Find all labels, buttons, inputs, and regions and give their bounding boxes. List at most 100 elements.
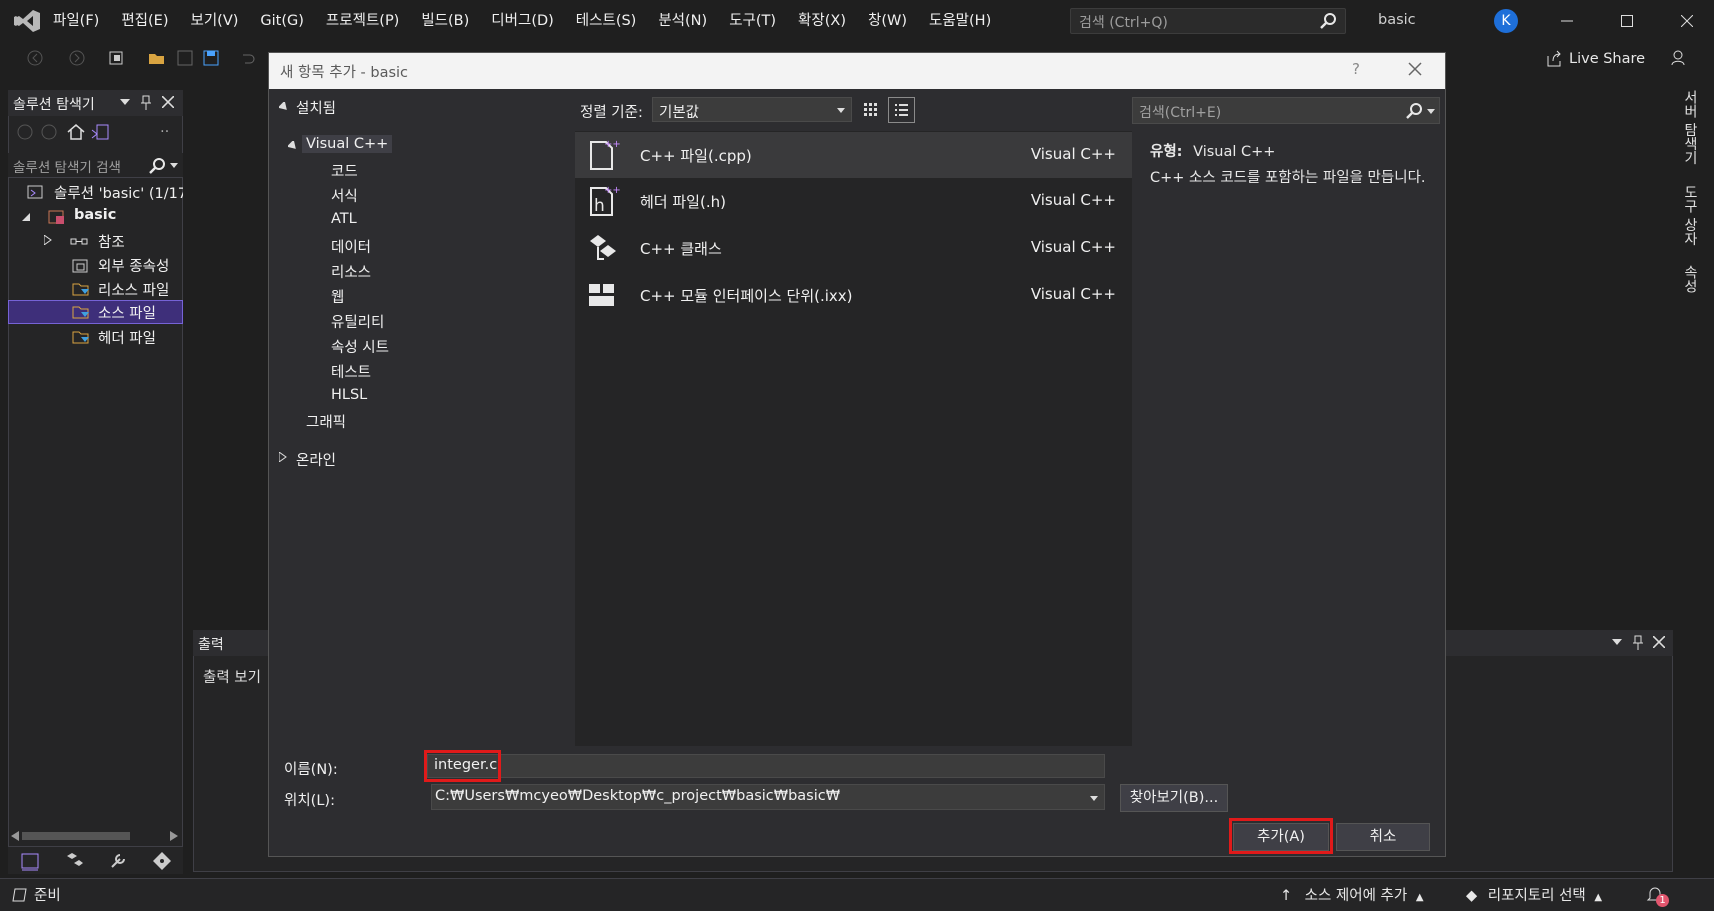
back-icon[interactable] — [26, 49, 44, 67]
tab-toolbox[interactable]: 도구 상자 — [1680, 185, 1700, 245]
category-online[interactable]: 온라인 — [296, 449, 336, 470]
properties-tab-icon[interactable] — [108, 851, 128, 871]
global-search-placeholder: 검색 (Ctrl+Q) — [1079, 15, 1168, 31]
category-test[interactable]: 테스트 — [331, 361, 371, 382]
tree-item-external-deps[interactable]: 외부 종속성 — [8, 253, 183, 277]
close-window-button[interactable] — [1664, 0, 1710, 42]
open-folder-icon[interactable] — [148, 49, 166, 67]
expanded-caret-icon[interactable] — [288, 141, 298, 151]
template-item-header-file[interactable]: h ++ 헤더 파일(.h) Visual C++ — [575, 178, 1132, 224]
tree-item-project[interactable]: basic — [8, 205, 183, 229]
close-icon[interactable] — [1653, 636, 1665, 648]
chevron-down-icon — [1090, 796, 1098, 801]
pin-icon[interactable] — [1632, 635, 1644, 651]
forward-icon[interactable] — [68, 49, 86, 67]
tree-item-solution[interactable]: 솔루션 'basic' (1/17 — [8, 180, 183, 204]
menu-view[interactable]: 보기(V) — [180, 0, 250, 42]
notifications-button[interactable]: 1 — [1646, 885, 1670, 907]
name-input[interactable]: integer.c — [427, 754, 1105, 778]
menu-analyze[interactable]: 분석(N) — [647, 0, 718, 42]
scrollbar-thumb[interactable] — [22, 832, 130, 840]
collapsed-caret-icon[interactable] — [279, 452, 287, 462]
collapsed-caret-icon[interactable] — [44, 235, 52, 245]
sort-by-select[interactable]: 기본값 — [652, 97, 852, 122]
category-atl[interactable]: ATL — [331, 211, 357, 227]
save-icon[interactable] — [176, 49, 194, 67]
category-format[interactable]: 서식 — [331, 185, 358, 206]
help-button[interactable]: ? — [1352, 60, 1360, 78]
menu-edit[interactable]: 편집(E) — [110, 0, 179, 42]
solution-explorer-search-input[interactable]: 솔루션 탐색기 검색 — [8, 153, 183, 178]
feedback-icon[interactable] — [1670, 49, 1688, 67]
more-icon[interactable]: ․․ — [160, 120, 169, 136]
menu-test[interactable]: 테스트(S) — [565, 0, 648, 42]
new-project-icon[interactable] — [108, 49, 126, 67]
search-icon — [1320, 13, 1336, 29]
scroll-right-icon[interactable] — [170, 831, 178, 841]
dropdown-arrow-icon[interactable] — [120, 99, 130, 107]
menu-git[interactable]: Git(G) — [249, 0, 315, 42]
category-utility[interactable]: 유틸리티 — [331, 311, 384, 332]
chevron-down-icon[interactable] — [170, 163, 178, 169]
dialog-close-icon[interactable] — [1404, 58, 1426, 80]
category-property-sheet[interactable]: 속성 시트 — [331, 336, 389, 357]
account-avatar[interactable]: K — [1494, 9, 1518, 33]
template-type: 유형: Visual C++ — [1150, 140, 1275, 161]
live-share-button[interactable]: Live Share — [1545, 42, 1645, 76]
class-view-tab-icon[interactable] — [64, 851, 84, 871]
select-repository-button[interactable]: ◆ 리포지토리 선택 ▲ — [1466, 884, 1602, 905]
expanded-caret-icon[interactable] — [279, 102, 289, 112]
horizontal-scrollbar[interactable] — [8, 828, 183, 844]
chevron-down-icon[interactable] — [1427, 109, 1435, 115]
tree-item-label: 소스 파일 — [98, 306, 156, 322]
tab-server-explorer[interactable]: 서버 탐색기 — [1680, 90, 1700, 164]
template-search-input[interactable]: 검색(Ctrl+E) — [1132, 97, 1440, 124]
category-visual-cpp[interactable]: Visual C++ — [302, 135, 393, 153]
menu-project[interactable]: 프로젝트(P) — [315, 0, 410, 42]
category-web[interactable]: 웹 — [331, 286, 344, 307]
template-item-module-interface[interactable]: C++ 모듈 인터페이스 단위(.ixx) Visual C++ — [575, 272, 1132, 318]
template-item-cpp-class[interactable]: C++ 클래스 Visual C++ — [575, 225, 1132, 271]
menu-help[interactable]: 도움말(H) — [918, 0, 1002, 42]
list-view-button[interactable] — [888, 97, 915, 123]
category-data[interactable]: 데이터 — [331, 236, 371, 257]
add-to-source-control-button[interactable]: ↑ 소스 제어에 추가 ▲ — [1280, 884, 1424, 905]
cancel-button[interactable]: 취소 — [1336, 823, 1430, 851]
scroll-left-icon[interactable] — [11, 831, 19, 841]
tree-item-source-files[interactable]: 소스 파일 — [8, 300, 183, 324]
location-select[interactable]: C:₩Users₩mcyeo₩Desktop₩c_project₩basic₩b… — [431, 784, 1105, 810]
pin-icon[interactable] — [140, 95, 152, 111]
save-all-icon[interactable] — [202, 49, 220, 67]
template-item-cpp-file[interactable]: ++ C++ 파일(.cpp) Visual C++ — [575, 132, 1132, 178]
undo-icon[interactable] — [238, 49, 256, 67]
solution-explorer-tab-icon[interactable] — [20, 851, 40, 871]
tree-item-references[interactable]: 참조 — [8, 229, 183, 253]
switch-views-icon[interactable] — [90, 122, 110, 142]
dropdown-arrow-icon[interactable] — [1612, 639, 1622, 647]
grid-view-button[interactable] — [857, 97, 884, 123]
menu-window[interactable]: 창(W) — [857, 0, 918, 42]
expanded-caret-icon[interactable] — [22, 213, 30, 221]
minimize-button[interactable] — [1544, 0, 1590, 42]
forward-icon[interactable] — [40, 123, 58, 141]
tab-properties[interactable]: 속성 — [1680, 265, 1700, 293]
git-changes-tab-icon[interactable] — [152, 851, 172, 871]
tree-item-header-files[interactable]: 헤더 파일 — [8, 325, 183, 349]
close-icon[interactable] — [162, 96, 174, 108]
category-graphics[interactable]: 그래픽 — [306, 411, 346, 432]
category-code[interactable]: 코드 — [331, 160, 358, 181]
browse-button[interactable]: 찾아보기(B)... — [1120, 784, 1228, 812]
maximize-button[interactable] — [1604, 0, 1650, 42]
menu-build[interactable]: 빌드(B) — [410, 0, 480, 42]
menu-debug[interactable]: 디버그(D) — [480, 0, 565, 42]
menu-extensions[interactable]: 확장(X) — [787, 0, 857, 42]
home-icon[interactable] — [66, 122, 86, 142]
menu-tools[interactable]: 도구(T) — [718, 0, 787, 42]
tree-item-resource-files[interactable]: 리소스 파일 — [8, 277, 183, 301]
category-installed[interactable]: 설치됨 — [296, 97, 336, 118]
menu-file[interactable]: 파일(F) — [42, 0, 110, 42]
global-search-input[interactable]: 검색 (Ctrl+Q) — [1070, 8, 1346, 34]
back-icon[interactable] — [16, 123, 34, 141]
category-hlsl[interactable]: HLSL — [331, 387, 367, 403]
category-resource[interactable]: 리소스 — [331, 261, 371, 282]
